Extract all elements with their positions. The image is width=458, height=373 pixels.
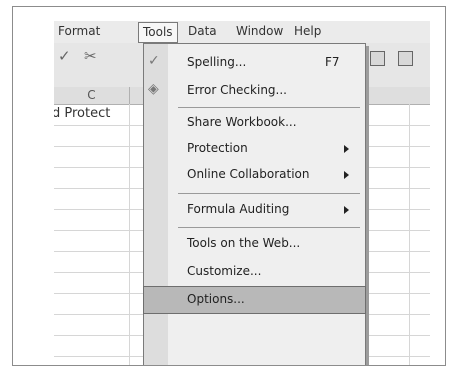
- menu-item-label: Tools on the Web...: [187, 236, 301, 250]
- menu-item-label: Formula Auditing: [187, 202, 290, 216]
- menu-bar: Format Tools Data Window Help: [54, 21, 430, 43]
- menu-item-customize[interactable]: Customize...: [144, 259, 365, 285]
- tools-menu: ✓ Spelling... F7 ◈ Error Checking... Sha…: [143, 43, 366, 365]
- screenshot-frame: Format Tools Data Window Help ✓ ✂ C d Pr…: [12, 6, 446, 366]
- spelling-toolbar-icon[interactable]: ✓: [58, 47, 71, 65]
- menu-window[interactable]: Window: [236, 24, 283, 38]
- column-header-c[interactable]: C: [54, 87, 130, 104]
- menu-item-share-workbook[interactable]: Share Workbook...: [144, 110, 365, 136]
- menu-item-tools-on-the-web[interactable]: Tools on the Web...: [144, 231, 365, 257]
- menu-item-label: Error Checking...: [187, 83, 287, 97]
- menu-item-label: Customize...: [187, 264, 262, 278]
- menu-item-formula-auditing[interactable]: Formula Auditing: [144, 197, 365, 223]
- menu-item-options[interactable]: Options...: [143, 286, 366, 314]
- menu-item-label: Protection: [187, 141, 248, 155]
- menu-help[interactable]: Help: [294, 24, 321, 38]
- menu-separator: [178, 227, 360, 228]
- error-checking-icon: ◈: [148, 81, 159, 97]
- menu-separator: [178, 193, 360, 194]
- help-icon[interactable]: [398, 51, 413, 66]
- menu-tools[interactable]: Tools: [138, 22, 178, 43]
- menu-item-shortcut: F7: [325, 55, 340, 69]
- cell-text[interactable]: d Protect: [54, 106, 110, 121]
- excel-window: Format Tools Data Window Help ✓ ✂ C d Pr…: [54, 21, 430, 365]
- submenu-arrow-icon: [344, 145, 349, 153]
- menu-format[interactable]: Format: [58, 24, 100, 38]
- menu-item-label: Options...: [187, 292, 245, 306]
- menu-data[interactable]: Data: [188, 24, 217, 38]
- menu-item-error-checking[interactable]: ◈ Error Checking...: [144, 78, 365, 104]
- menu-item-spelling[interactable]: ✓ Spelling... F7: [144, 50, 365, 76]
- menu-item-online-collaboration[interactable]: Online Collaboration: [144, 162, 365, 188]
- menu-separator: [178, 107, 360, 108]
- submenu-arrow-icon: [344, 171, 349, 179]
- grid-column-line: [409, 104, 410, 365]
- menu-item-label: Online Collaboration: [187, 167, 310, 181]
- chart-wizard-icon[interactable]: [370, 51, 385, 66]
- menu-item-protection[interactable]: Protection: [144, 136, 365, 162]
- menu-item-label: Share Workbook...: [187, 115, 297, 129]
- cut-icon[interactable]: ✂: [84, 47, 97, 65]
- spelling-icon: ✓: [148, 53, 160, 69]
- menu-item-label: Spelling...: [187, 55, 247, 69]
- submenu-arrow-icon: [344, 206, 349, 214]
- grid-column-line: [129, 104, 130, 365]
